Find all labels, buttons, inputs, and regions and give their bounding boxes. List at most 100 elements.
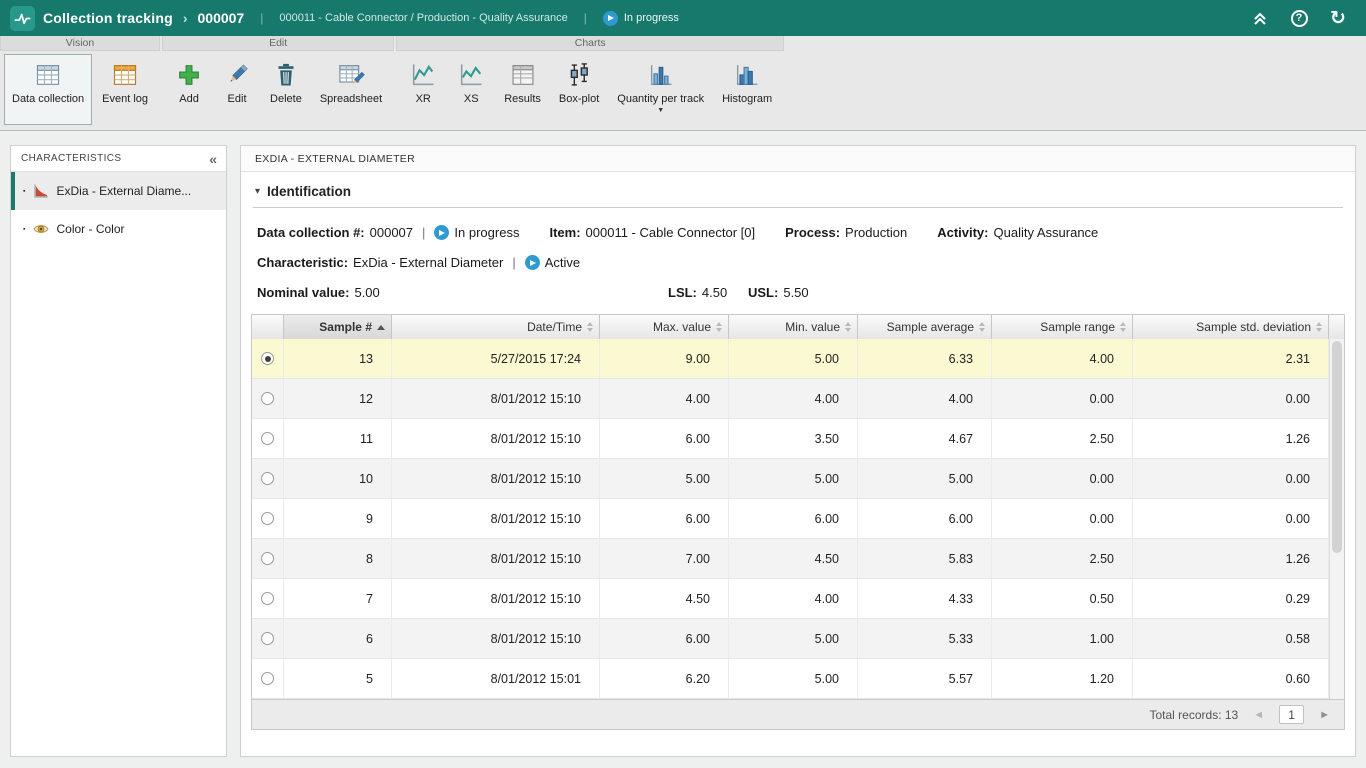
table-row[interactable]: 118/01/2012 15:106.003.504.672.501.26 — [252, 419, 1329, 459]
button-label: Histogram — [722, 93, 772, 105]
table-cell: 8/01/2012 15:10 — [392, 539, 600, 578]
radio-icon[interactable] — [261, 592, 274, 605]
row-select-radio[interactable] — [252, 659, 284, 698]
radio-icon[interactable] — [261, 512, 274, 525]
column-header-average[interactable]: Sample average — [858, 315, 992, 339]
table-cell: 2.50 — [992, 539, 1133, 578]
ribbon-group-label: Charts — [396, 36, 784, 51]
panel-title: CHARACTERISTICS — [21, 153, 121, 164]
xs-chart-button[interactable]: XS — [448, 54, 494, 125]
table-row[interactable]: 88/01/2012 15:107.004.505.832.501.26 — [252, 539, 1329, 579]
table-row[interactable]: 78/01/2012 15:104.504.004.330.500.29 — [252, 579, 1329, 619]
row-select-radio[interactable] — [252, 459, 284, 498]
radio-checked-icon[interactable] — [261, 352, 274, 365]
data-collection-button[interactable]: Data collection — [4, 54, 92, 125]
row-select-radio[interactable] — [252, 419, 284, 458]
column-header-sample[interactable]: Sample # — [284, 315, 392, 339]
column-header-datetime[interactable]: Date/Time — [392, 315, 600, 339]
histogram-button[interactable]: Histogram — [714, 54, 780, 125]
column-header-min[interactable]: Min. value — [729, 315, 858, 339]
xr-chart-button[interactable]: XR — [400, 54, 446, 125]
radio-icon[interactable] — [261, 432, 274, 445]
breadcrumb-separator-icon: › — [183, 10, 188, 26]
sort-icon — [716, 322, 722, 332]
button-label: Quantity per track — [617, 93, 704, 105]
table-cell: 10 — [284, 459, 392, 498]
total-records: Total records: 13 — [1150, 708, 1239, 722]
scrollbar-thumb[interactable] — [1332, 341, 1342, 553]
table-cell: 6.00 — [600, 619, 729, 658]
table-cell: 5.00 — [729, 659, 858, 698]
button-label: Event log — [102, 93, 148, 105]
section-title: Identification — [267, 184, 351, 199]
collapse-ribbon-icon[interactable] — [1250, 8, 1270, 28]
current-page-button[interactable]: 1 — [1279, 705, 1304, 724]
table-cell: 1.26 — [1133, 539, 1329, 578]
table-cell: 5 — [284, 659, 392, 698]
row-select-radio[interactable] — [252, 579, 284, 618]
table-row[interactable]: 98/01/2012 15:106.006.006.000.000.00 — [252, 499, 1329, 539]
detail-panel-header: EXDIA - EXTERNAL DIAMETER — [241, 146, 1355, 172]
ribbon-group-edit: Edit Add Edit Delete — [162, 36, 394, 130]
next-page-button[interactable]: ► — [1319, 709, 1330, 721]
table-cell: 8/01/2012 15:10 — [392, 459, 600, 498]
event-log-button[interactable]: Event log — [94, 54, 156, 125]
table-cell: 12 — [284, 379, 392, 418]
edit-button[interactable]: Edit — [214, 54, 260, 125]
add-button[interactable]: Add — [166, 54, 212, 125]
radio-icon[interactable] — [261, 552, 274, 565]
collapse-sidebar-icon[interactable]: « — [209, 151, 217, 167]
prev-page-button[interactable]: ◄ — [1253, 709, 1264, 721]
table-row[interactable]: 128/01/2012 15:104.004.004.000.000.00 — [252, 379, 1329, 419]
column-label: Sample average — [887, 320, 974, 334]
column-header-range[interactable]: Sample range — [992, 315, 1133, 339]
radio-icon[interactable] — [261, 472, 274, 485]
quantity-per-track-button[interactable]: Quantity per track ▼ — [609, 54, 712, 125]
table-cell: 8/01/2012 15:01 — [392, 659, 600, 698]
results-button[interactable]: Results — [496, 54, 549, 125]
sort-icon — [1316, 322, 1322, 332]
table-cell: 0.00 — [1133, 379, 1329, 418]
spreadsheet-button[interactable]: Spreadsheet — [312, 54, 390, 125]
radio-icon[interactable] — [261, 672, 274, 685]
vertical-scrollbar[interactable] — [1329, 339, 1344, 699]
row-select-radio[interactable] — [252, 539, 284, 578]
table-cell: 4.50 — [729, 539, 858, 578]
table-row[interactable]: 68/01/2012 15:106.005.005.331.000.58 — [252, 619, 1329, 659]
table-row[interactable]: 58/01/2012 15:016.205.005.571.200.60 — [252, 659, 1329, 699]
row-select-radio[interactable] — [252, 339, 284, 378]
sidebar-item-color[interactable]: ▪ Color - Color — [11, 210, 226, 248]
sort-icon — [587, 322, 593, 332]
row-select-radio[interactable] — [252, 619, 284, 658]
box-plot-button[interactable]: Box-plot — [551, 54, 607, 125]
table-cell: 4.50 — [600, 579, 729, 618]
refresh-icon[interactable]: ↻ — [1328, 8, 1348, 28]
field-process: Process: Production — [785, 225, 907, 240]
help-icon[interactable]: ? — [1289, 8, 1309, 28]
delete-button[interactable]: Delete — [262, 54, 310, 125]
table-cell: 4.67 — [858, 419, 992, 458]
row-select-radio[interactable] — [252, 499, 284, 538]
row-select-radio[interactable] — [252, 379, 284, 418]
table-cell: 4.00 — [992, 339, 1133, 378]
table-body: 135/27/2015 17:249.005.006.334.002.31128… — [252, 339, 1344, 699]
button-label: Results — [504, 93, 541, 105]
table-row[interactable]: 108/01/2012 15:105.005.005.000.000.00 — [252, 459, 1329, 499]
radio-icon[interactable] — [261, 392, 274, 405]
column-header-max[interactable]: Max. value — [600, 315, 729, 339]
identification-section-header[interactable]: ▾ Identification — [253, 184, 1343, 199]
event-log-table-icon — [110, 60, 140, 90]
field-characteristic: Characteristic: ExDia - External Diamete… — [257, 255, 580, 270]
ribbon-group-label: Edit — [162, 36, 394, 51]
column-header-std-deviation[interactable]: Sample std. deviation — [1133, 315, 1329, 339]
table-row[interactable]: 135/27/2015 17:249.005.006.334.002.31 — [252, 339, 1329, 379]
table-cell: 7 — [284, 579, 392, 618]
xr-line-chart-icon — [408, 60, 438, 90]
collapse-section-icon: ▾ — [255, 186, 260, 197]
radio-icon[interactable] — [261, 632, 274, 645]
plus-icon — [174, 60, 204, 90]
field-label: Data collection #: — [257, 225, 365, 240]
breadcrumb-root[interactable]: Collection tracking — [43, 10, 173, 26]
button-label: XS — [464, 93, 479, 105]
sidebar-item-exdia[interactable]: ▪ ExDia - External Diame... — [11, 172, 226, 210]
